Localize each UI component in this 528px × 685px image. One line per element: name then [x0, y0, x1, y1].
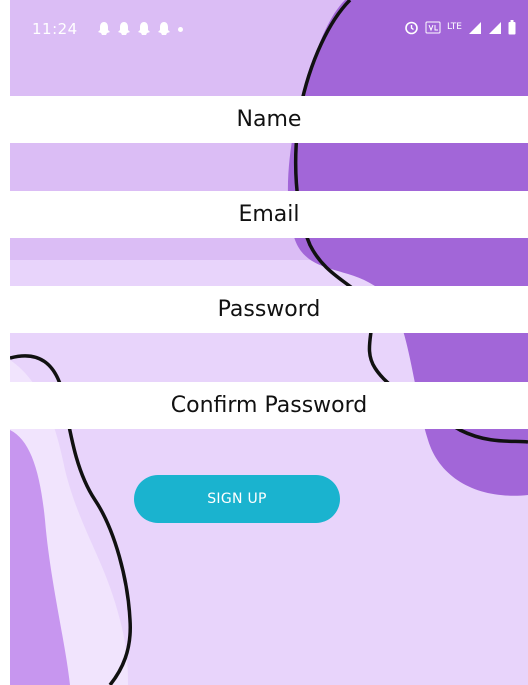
sign-up-button-label: SIGN UP — [207, 491, 267, 507]
password-field[interactable]: Password — [10, 286, 528, 333]
snapchat-icon — [118, 22, 130, 35]
name-field-label: Name — [236, 107, 302, 132]
confirm-password-field-label: Confirm Password — [170, 393, 368, 418]
sign-up-button[interactable]: SIGN UP — [134, 475, 340, 523]
status-icons: LTE — [404, 20, 516, 35]
alarm-icon — [405, 21, 418, 35]
app-screen: 11:24 LTE Name Email Password Confirm Pa… — [10, 0, 528, 685]
network-type-label: LTE — [447, 22, 462, 32]
signal-icon — [469, 21, 481, 34]
status-bar: 11:24 LTE — [10, 0, 528, 58]
snapchat-icon — [158, 22, 170, 35]
email-field-label: Email — [238, 202, 300, 227]
dot-icon — [178, 27, 183, 32]
battery-icon — [508, 20, 516, 35]
email-field[interactable]: Email — [10, 191, 528, 238]
status-time: 11:24 — [32, 20, 78, 38]
name-field[interactable]: Name — [10, 96, 528, 143]
signal-icon-2 — [489, 21, 501, 34]
snapchat-icon — [98, 22, 110, 35]
confirm-password-field[interactable]: Confirm Password — [10, 382, 528, 429]
volte-icon — [425, 21, 441, 34]
snapchat-icon — [138, 22, 150, 35]
password-field-label: Password — [217, 297, 321, 322]
